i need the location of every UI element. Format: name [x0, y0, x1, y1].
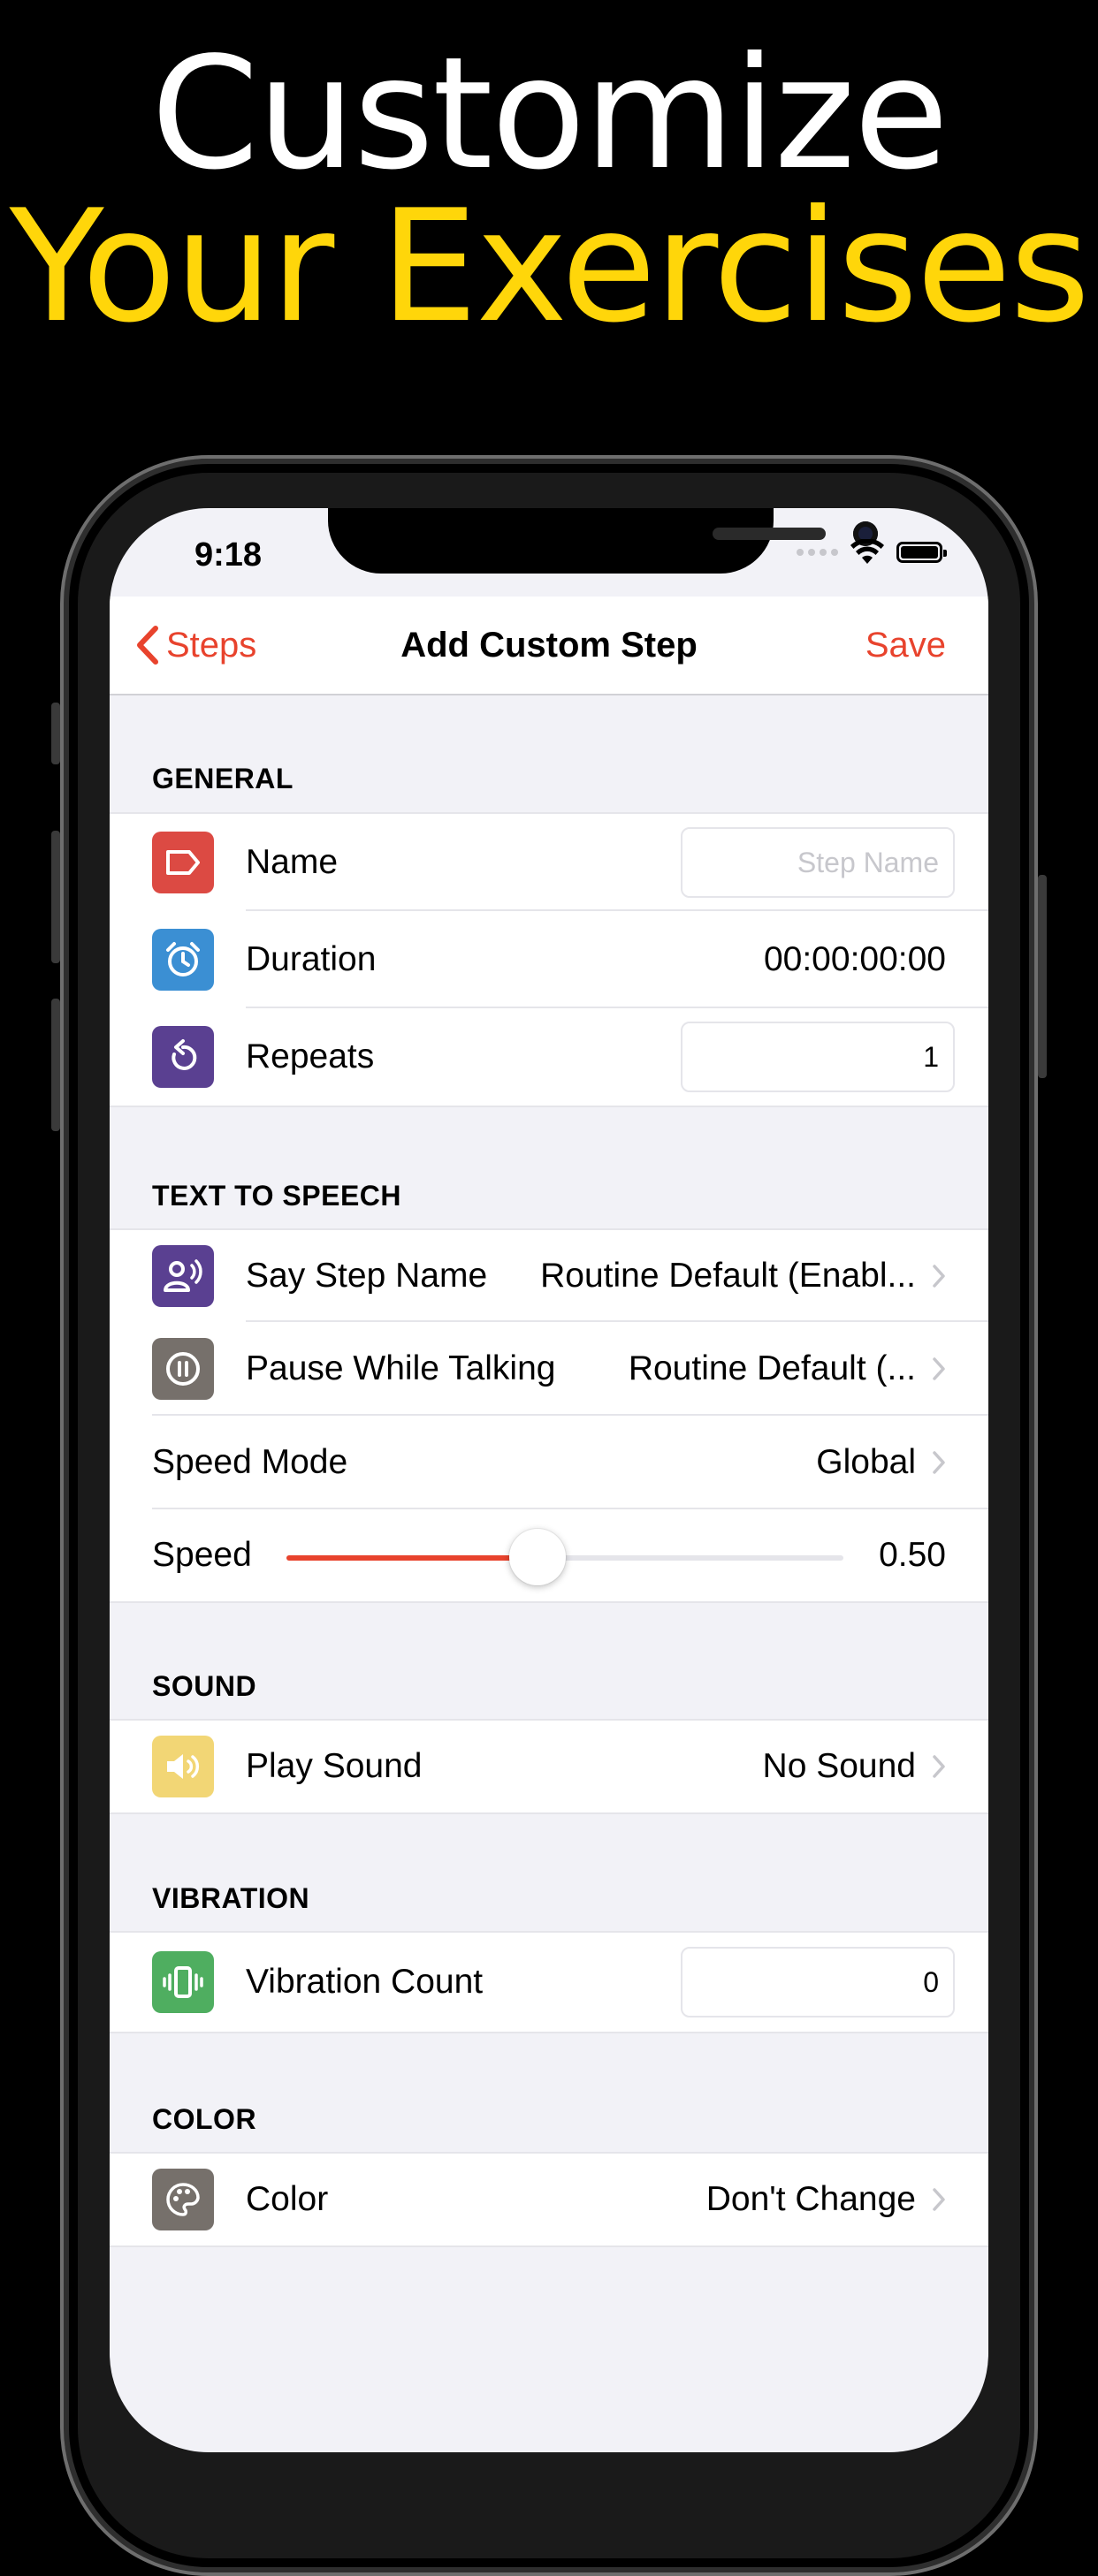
tag-icon	[152, 832, 214, 893]
section-header-text-to-speech: TEXT TO SPEECH	[152, 1180, 402, 1212]
play-sound-row[interactable]: Play Sound No Sound	[110, 1721, 988, 1812]
speed-mode-label: Speed Mode	[152, 1443, 348, 1481]
duration-label: Duration	[246, 940, 377, 978]
phone-volume-up	[51, 831, 60, 963]
pause-circle-icon	[152, 1338, 214, 1400]
general-group: Name Step Name Duration 00:00:00:00 Repe…	[110, 812, 988, 1107]
duration-row[interactable]: Duration 00:00:00:00	[110, 911, 988, 1008]
name-row[interactable]: Name Step Name	[110, 814, 988, 911]
repeats-row[interactable]: Repeats 1	[110, 1008, 988, 1106]
tts-group: Say Step Name Routine Default (Enabl... …	[110, 1228, 988, 1603]
speaker-icon	[152, 1736, 214, 1797]
color-row[interactable]: Color Don't Change	[110, 2154, 988, 2245]
speed-mode-value-text: Global	[816, 1443, 916, 1481]
color-label: Color	[246, 2180, 329, 2218]
section-header-vibration: VIBRATION	[152, 1882, 310, 1914]
color-value[interactable]: Don't Change	[706, 2180, 946, 2219]
repeats-label: Repeats	[246, 1037, 375, 1075]
pause-while-talking-row[interactable]: Pause While Talking Routine Default (...	[110, 1322, 988, 1416]
chevron-right-icon	[933, 1357, 945, 1380]
phone-side-button	[51, 703, 60, 764]
color-value-text: Don't Change	[705, 2180, 916, 2218]
speed-label: Speed	[152, 1536, 252, 1574]
speed-slider-fill	[286, 1555, 538, 1561]
speaking-person-icon	[152, 1245, 214, 1307]
speed-slider-thumb[interactable]	[508, 1529, 566, 1585]
play-sound-label: Play Sound	[246, 1747, 423, 1785]
pause-while-talking-value[interactable]: Routine Default (...	[629, 1349, 946, 1388]
chevron-left-icon	[137, 626, 158, 665]
color-group: Color Don't Change	[110, 2152, 988, 2247]
speed-row: Speed 0.50	[110, 1509, 988, 1601]
battery-icon	[896, 542, 947, 563]
speed-mode-value[interactable]: Global	[816, 1443, 946, 1482]
pause-while-talking-value-text: Routine Default (...	[628, 1349, 916, 1387]
say-step-name-value[interactable]: Routine Default (Enabl...	[540, 1257, 946, 1296]
say-step-name-value-text: Routine Default (Enabl...	[540, 1257, 916, 1295]
say-step-name-row[interactable]: Say Step Name Routine Default (Enabl...	[110, 1230, 988, 1322]
repeats-input[interactable]: 1	[681, 1022, 955, 1092]
vibration-count-row[interactable]: Vibration Count 0	[110, 1933, 988, 2032]
name-label: Name	[246, 843, 339, 881]
alarm-clock-icon	[152, 929, 214, 991]
headline-your-exercises: Your Exercises	[9, 178, 1091, 357]
play-sound-value[interactable]: No Sound	[763, 1747, 946, 1786]
chevron-right-icon	[933, 1265, 945, 1288]
save-button[interactable]: Save	[865, 597, 946, 694]
status-time: 9:18	[194, 536, 263, 574]
cellular-signal-icon	[797, 549, 838, 556]
say-step-name-label: Say Step Name	[246, 1257, 488, 1295]
palette-icon	[152, 2169, 214, 2230]
chevron-right-icon	[933, 1451, 945, 1474]
status-icons	[797, 535, 947, 570]
vibration-group: Vibration Count 0	[110, 1931, 988, 2033]
pause-while-talking-label: Pause While Talking	[246, 1349, 556, 1387]
vibration-icon	[152, 1951, 214, 2013]
sound-group: Play Sound No Sound	[110, 1719, 988, 1814]
repeat-arrow-icon	[152, 1026, 214, 1088]
chevron-right-icon	[933, 2188, 945, 2211]
phone-screen: 9:18 Steps Add Custom Step Save GENERAL …	[110, 508, 988, 2452]
duration-value[interactable]: 00:00:00:00	[764, 940, 946, 979]
phone-power-button	[1038, 875, 1047, 1078]
speed-slider[interactable]	[286, 1529, 843, 1585]
section-header-color: COLOR	[152, 2103, 257, 2135]
section-header-general: GENERAL	[152, 763, 294, 794]
navigation-bar: Steps Add Custom Step Save	[110, 597, 988, 695]
notch	[328, 508, 878, 574]
section-header-sound: SOUND	[152, 1670, 257, 1702]
headline-customize: Customize	[150, 25, 949, 204]
chevron-right-icon	[933, 1755, 945, 1778]
wifi-icon	[850, 539, 884, 564]
play-sound-value-text: No Sound	[762, 1747, 916, 1785]
vibration-count-input[interactable]: 0	[681, 1947, 955, 2017]
step-name-input[interactable]: Step Name	[681, 827, 955, 898]
speed-mode-row[interactable]: Speed Mode Global	[110, 1416, 988, 1509]
vibration-count-label: Vibration Count	[246, 1963, 484, 2001]
speed-value: 0.50	[879, 1536, 946, 1574]
phone-volume-down	[51, 999, 60, 1131]
back-button[interactable]: Steps	[134, 597, 256, 694]
back-button-label: Steps	[166, 625, 257, 665]
